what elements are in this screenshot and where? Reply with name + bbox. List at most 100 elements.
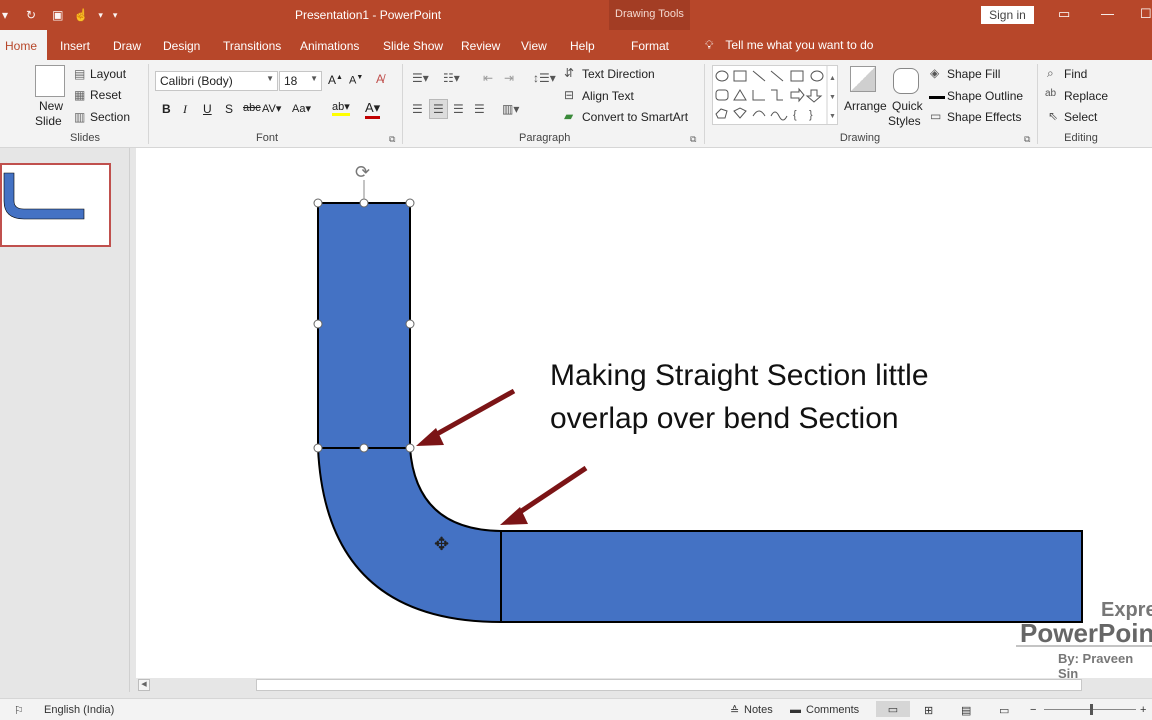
strikethrough-icon[interactable]: abc — [243, 102, 261, 114]
character-spacing-icon[interactable]: AV▾ — [262, 102, 281, 115]
font-size-value: 18 — [284, 74, 298, 88]
tab-format[interactable]: Format — [631, 39, 669, 53]
horizontal-scrollbar[interactable]: ◀ — [136, 678, 1152, 692]
reset-button[interactable]: Reset — [90, 88, 121, 102]
start-from-beginning-icon[interactable]: ▣ — [52, 8, 63, 22]
slide-show-icon[interactable]: ▭ — [999, 704, 1009, 717]
slide[interactable]: ⟳ ✥ Making Straight Section little overl… — [136, 148, 1152, 681]
increase-indent-icon[interactable]: ⇥ — [504, 71, 514, 85]
select-button[interactable]: Select — [1064, 110, 1097, 124]
slide-sorter-icon[interactable]: ⊞ — [924, 704, 933, 717]
font-color-icon[interactable]: A▾ — [365, 100, 381, 119]
tab-transitions[interactable]: Transitions — [223, 39, 281, 53]
zoom-in-icon[interactable]: + — [1140, 704, 1146, 716]
decrease-indent-icon[interactable]: ⇤ — [483, 71, 493, 85]
section-icon: ▥ — [74, 110, 86, 124]
shapes-gallery[interactable]: { } ▲ ▼ ▼ — [712, 65, 838, 125]
align-right-icon[interactable]: ☰ — [453, 102, 464, 116]
align-text-button[interactable]: Align Text — [582, 89, 634, 103]
tab-draw[interactable]: Draw — [113, 39, 141, 53]
drawing-dialog-launcher-icon[interactable]: ⧉ — [1024, 134, 1030, 145]
tell-me-box[interactable]: 💡︎ Tell me what you want to do — [705, 38, 873, 53]
find-button[interactable]: Find — [1064, 67, 1087, 81]
shape-effects-button[interactable]: Shape Effects — [947, 110, 1022, 124]
notes-button[interactable]: Notes — [744, 704, 773, 716]
minimize-icon[interactable]: — — [1101, 6, 1114, 21]
document-title: Presentation1 - PowerPoint — [295, 8, 442, 22]
underline-icon[interactable]: U — [203, 102, 212, 116]
ribbon-display-options-icon[interactable]: ▭ — [1058, 6, 1070, 22]
layout-button[interactable]: Layout — [90, 67, 126, 81]
grow-font-icon[interactable]: A▲ — [328, 73, 343, 87]
tab-insert[interactable]: Insert — [60, 39, 90, 53]
restore-icon[interactable]: ☐ — [1140, 6, 1152, 22]
quick-styles-label-2[interactable]: Styles — [888, 114, 921, 128]
change-case-icon[interactable]: Aa▾ — [292, 102, 311, 115]
reading-view-icon[interactable]: ▤ — [961, 704, 971, 717]
touch-mode-icon[interactable]: ☝ — [73, 8, 88, 22]
lightbulb-icon: 💡︎ — [705, 38, 714, 52]
chevron-down-icon: ▼ — [266, 74, 274, 83]
font-dialog-launcher-icon[interactable]: ⧉ — [389, 134, 395, 145]
tab-animations[interactable]: Animations — [300, 39, 359, 53]
paragraph-dialog-launcher-icon[interactable]: ⧉ — [690, 134, 696, 145]
shapes-gallery-icons: { } ▲ ▼ ▼ — [715, 66, 836, 124]
tab-view[interactable]: View — [521, 39, 547, 53]
shrink-font-icon[interactable]: A▼ — [349, 74, 363, 87]
customize-qat-icon[interactable]: ▾ — [113, 10, 118, 21]
chevron-down-icon[interactable]: ▾ — [98, 10, 103, 21]
quick-access-toolbar: ▾ ↻ ▣ ☝ ▾ ▾ — [0, 6, 117, 24]
align-left-icon[interactable]: ☰ — [412, 102, 423, 116]
clear-formatting-icon[interactable]: A̸ — [376, 72, 384, 86]
font-size-combo[interactable]: 18 ▼ — [279, 71, 322, 91]
dropdown-icon[interactable]: ▾ — [2, 8, 8, 22]
new-slide-label-1[interactable]: New — [39, 99, 63, 113]
rotate-handle-icon: ⟳ — [355, 162, 370, 183]
text-direction-button[interactable]: Text Direction — [582, 67, 655, 81]
tab-design[interactable]: Design — [163, 39, 200, 53]
arrange-button[interactable]: Arrange — [844, 99, 887, 113]
drawing-group-label: Drawing — [839, 132, 881, 144]
normal-view-icon[interactable]: ▭ — [876, 701, 910, 717]
scrollbar-thumb[interactable] — [256, 679, 1082, 691]
tab-home[interactable]: Home — [0, 30, 47, 60]
sign-in-button[interactable]: Sign in — [981, 6, 1034, 24]
line-spacing-icon[interactable]: ↕☰▾ — [533, 71, 556, 85]
numbering-icon[interactable]: ☷▾ — [443, 71, 460, 85]
slides-group-label: Slides — [70, 132, 100, 144]
new-slide-label-2[interactable]: Slide — [35, 114, 62, 128]
redo-icon[interactable]: ↻ — [26, 8, 36, 22]
italic-icon[interactable]: I — [183, 102, 187, 117]
svg-text:▼: ▼ — [829, 94, 836, 101]
comments-button[interactable]: Comments — [806, 704, 859, 716]
shape-outline-button[interactable]: Shape Outline — [947, 89, 1023, 103]
bold-icon[interactable]: B — [162, 102, 171, 116]
status-bar: ⚐ English (India) ≙ Notes ▬ Comments ▭ ⊞… — [0, 698, 1152, 720]
slide-thumbnail-preview — [3, 172, 85, 220]
font-name-value: Calibri (Body) — [160, 74, 233, 88]
shape-fill-button[interactable]: Shape Fill — [947, 67, 1000, 81]
align-center-icon[interactable]: ☰ — [429, 99, 448, 119]
tab-help[interactable]: Help — [570, 39, 595, 53]
justify-icon[interactable]: ☰ — [474, 102, 485, 116]
highlight-icon[interactable]: ab▾ — [332, 100, 350, 116]
language-status[interactable]: English (India) — [44, 704, 114, 716]
bullets-icon[interactable]: ☰▾ — [412, 71, 429, 85]
font-name-combo[interactable]: Calibri (Body) ▼ — [155, 71, 278, 91]
shadow-icon[interactable]: S — [225, 102, 233, 116]
convert-smartart-button[interactable]: Convert to SmartArt — [582, 110, 688, 124]
tab-slide-show[interactable]: Slide Show — [383, 39, 443, 53]
reset-icon: ▦ — [74, 88, 86, 102]
zoom-slider-knob[interactable] — [1090, 704, 1093, 715]
scroll-left-icon[interactable]: ◀ — [138, 679, 150, 691]
svg-text:▲: ▲ — [829, 75, 836, 82]
new-slide-icon[interactable] — [35, 65, 65, 97]
zoom-out-icon[interactable]: − — [1030, 704, 1036, 716]
section-button[interactable]: Section — [90, 110, 130, 124]
columns-icon[interactable]: ▥▾ — [502, 102, 519, 116]
tab-review[interactable]: Review — [461, 39, 500, 53]
slide-thumbnail-1[interactable] — [0, 163, 111, 247]
replace-button[interactable]: Replace — [1064, 89, 1108, 103]
accessibility-icon[interactable]: ⚐ — [14, 704, 24, 717]
quick-styles-label-1[interactable]: Quick — [892, 99, 923, 113]
